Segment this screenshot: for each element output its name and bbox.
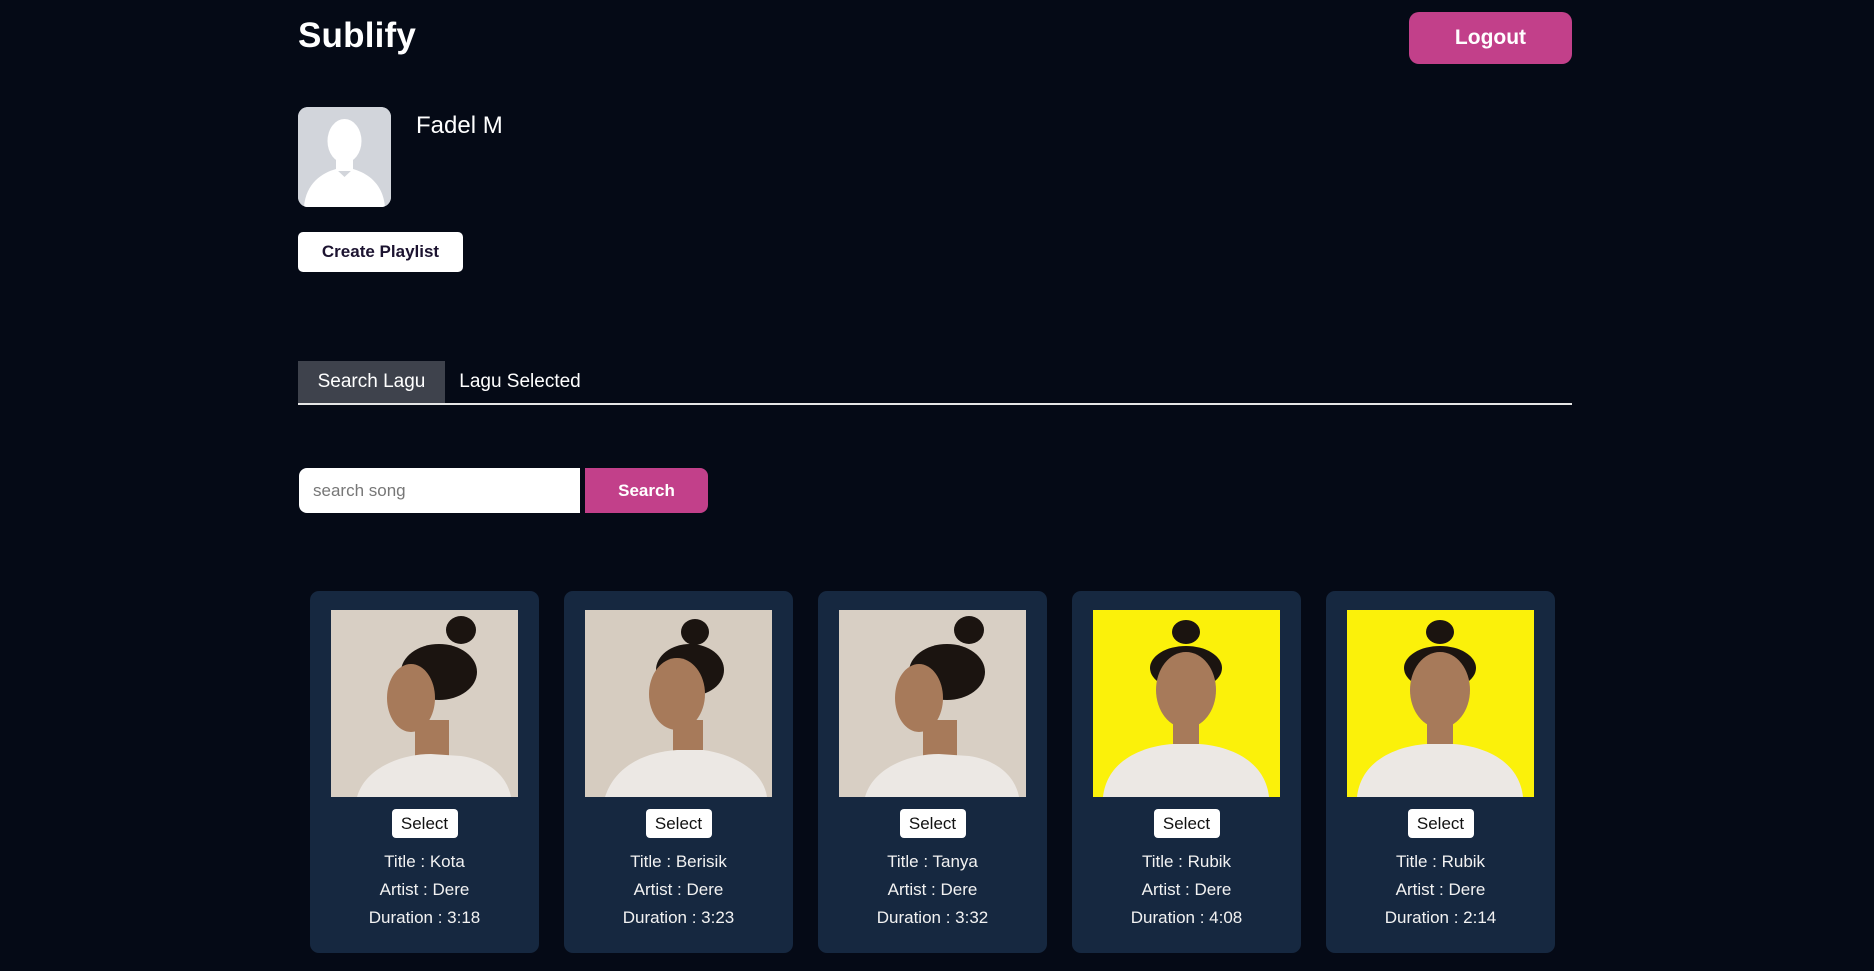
song-artist-value: Dere <box>686 880 724 899</box>
song-duration-label: Duration : <box>622 908 702 927</box>
song-title-value: Kota <box>429 852 465 871</box>
song-artist-label: Artist : <box>1141 880 1195 899</box>
select-song-button[interactable]: Select <box>899 809 966 838</box>
song-artist-value: Dere <box>940 880 978 899</box>
select-song-button[interactable]: Select <box>1153 809 1220 838</box>
song-card: Select Title : Rubik Artist : Dere Duration… <box>1326 591 1555 953</box>
song-artist: Artist : Dere <box>310 876 539 904</box>
song-info: Title : Berisik Artist : Dere Duration : 3… <box>564 848 793 932</box>
app-logo: Sublify <box>298 16 417 55</box>
song-artist-value: Dere <box>432 880 470 899</box>
song-title-value: Rubik <box>1187 852 1232 871</box>
song-duration-value: 3:18 <box>447 908 481 927</box>
song-card: Select Title : Rubik Artist : Dere Duration… <box>1072 591 1301 953</box>
song-title-label: Title : <box>630 852 676 871</box>
song-duration-label: Duration : <box>368 908 448 927</box>
tab-lagu-selected[interactable]: Lagu Selected <box>445 361 595 403</box>
song-duration: Duration : 3:18 <box>310 904 539 932</box>
create-playlist-button[interactable]: Create Playlist <box>298 232 463 272</box>
song-cover-image <box>1093 610 1280 797</box>
song-duration-value: 3:32 <box>955 908 989 927</box>
song-info: Title : Rubik Artist : Dere Duration : 2:1… <box>1326 848 1555 932</box>
song-duration: Duration : 3:32 <box>818 904 1047 932</box>
song-info: Title : Kota Artist : Dere Duration : 3:18 <box>310 848 539 932</box>
tab-search-lagu[interactable]: Search Lagu <box>298 361 445 403</box>
song-card: Select Title : Kota Artist : Dere Duration … <box>310 591 539 953</box>
song-duration-value: 4:08 <box>1209 908 1243 927</box>
avatar <box>298 107 391 207</box>
song-title: Title : Rubik <box>1072 848 1301 876</box>
song-artist-label: Artist : <box>1395 880 1449 899</box>
song-card: Select Title : Berisik Artist : Dere Durati… <box>564 591 793 953</box>
song-duration-label: Duration : <box>876 908 956 927</box>
song-artist-value: Dere <box>1448 880 1486 899</box>
song-cover-image <box>585 610 772 797</box>
song-info: Title : Tanya Artist : Dere Duration : 3:3… <box>818 848 1047 932</box>
song-artist-label: Artist : <box>887 880 941 899</box>
select-song-button[interactable]: Select <box>391 809 458 838</box>
profile-name: Fadel M <box>416 112 503 139</box>
song-title: Title : Kota <box>310 848 539 876</box>
song-artist-label: Artist : <box>633 880 687 899</box>
select-song-button[interactable]: Select <box>645 809 712 838</box>
song-artist-value: Dere <box>1194 880 1232 899</box>
tab-bar: Search Lagu Lagu Selected <box>298 361 1572 405</box>
song-artist: Artist : Dere <box>1326 876 1555 904</box>
select-song-button[interactable]: Select <box>1407 809 1474 838</box>
song-cover-image <box>331 610 518 797</box>
song-title: Title : Berisik <box>564 848 793 876</box>
song-artist-label: Artist : <box>379 880 433 899</box>
song-artist: Artist : Dere <box>818 876 1047 904</box>
song-duration: Duration : 2:14 <box>1326 904 1555 932</box>
song-duration-label: Duration : <box>1384 908 1464 927</box>
main-container: Sublify Logout Fadel M Create Playlist S… <box>298 0 1572 971</box>
song-duration-value: 2:14 <box>1463 908 1497 927</box>
song-title-label: Title : <box>384 852 430 871</box>
song-duration: Duration : 3:23 <box>564 904 793 932</box>
song-duration-label: Duration : <box>1130 908 1210 927</box>
song-title-value: Berisik <box>675 852 727 871</box>
search-button[interactable]: Search <box>585 468 708 513</box>
song-duration-value: 3:23 <box>701 908 735 927</box>
user-silhouette-icon <box>298 107 391 207</box>
song-title-value: Rubik <box>1441 852 1486 871</box>
song-title-label: Title : <box>887 852 933 871</box>
song-cover-image <box>1347 610 1534 797</box>
logout-button[interactable]: Logout <box>1409 12 1572 64</box>
song-title-label: Title : <box>1141 852 1188 871</box>
song-duration: Duration : 4:08 <box>1072 904 1301 932</box>
song-artist: Artist : Dere <box>1072 876 1301 904</box>
song-title-label: Title : <box>1395 852 1442 871</box>
song-title-value: Tanya <box>932 852 978 871</box>
song-info: Title : Rubik Artist : Dere Duration : 4:0… <box>1072 848 1301 932</box>
song-artist: Artist : Dere <box>564 876 793 904</box>
song-title: Title : Rubik <box>1326 848 1555 876</box>
song-cover-image <box>839 610 1026 797</box>
song-card: Select Title : Tanya Artist : Dere Duration… <box>818 591 1047 953</box>
search-input[interactable] <box>299 468 580 513</box>
song-title: Title : Tanya <box>818 848 1047 876</box>
